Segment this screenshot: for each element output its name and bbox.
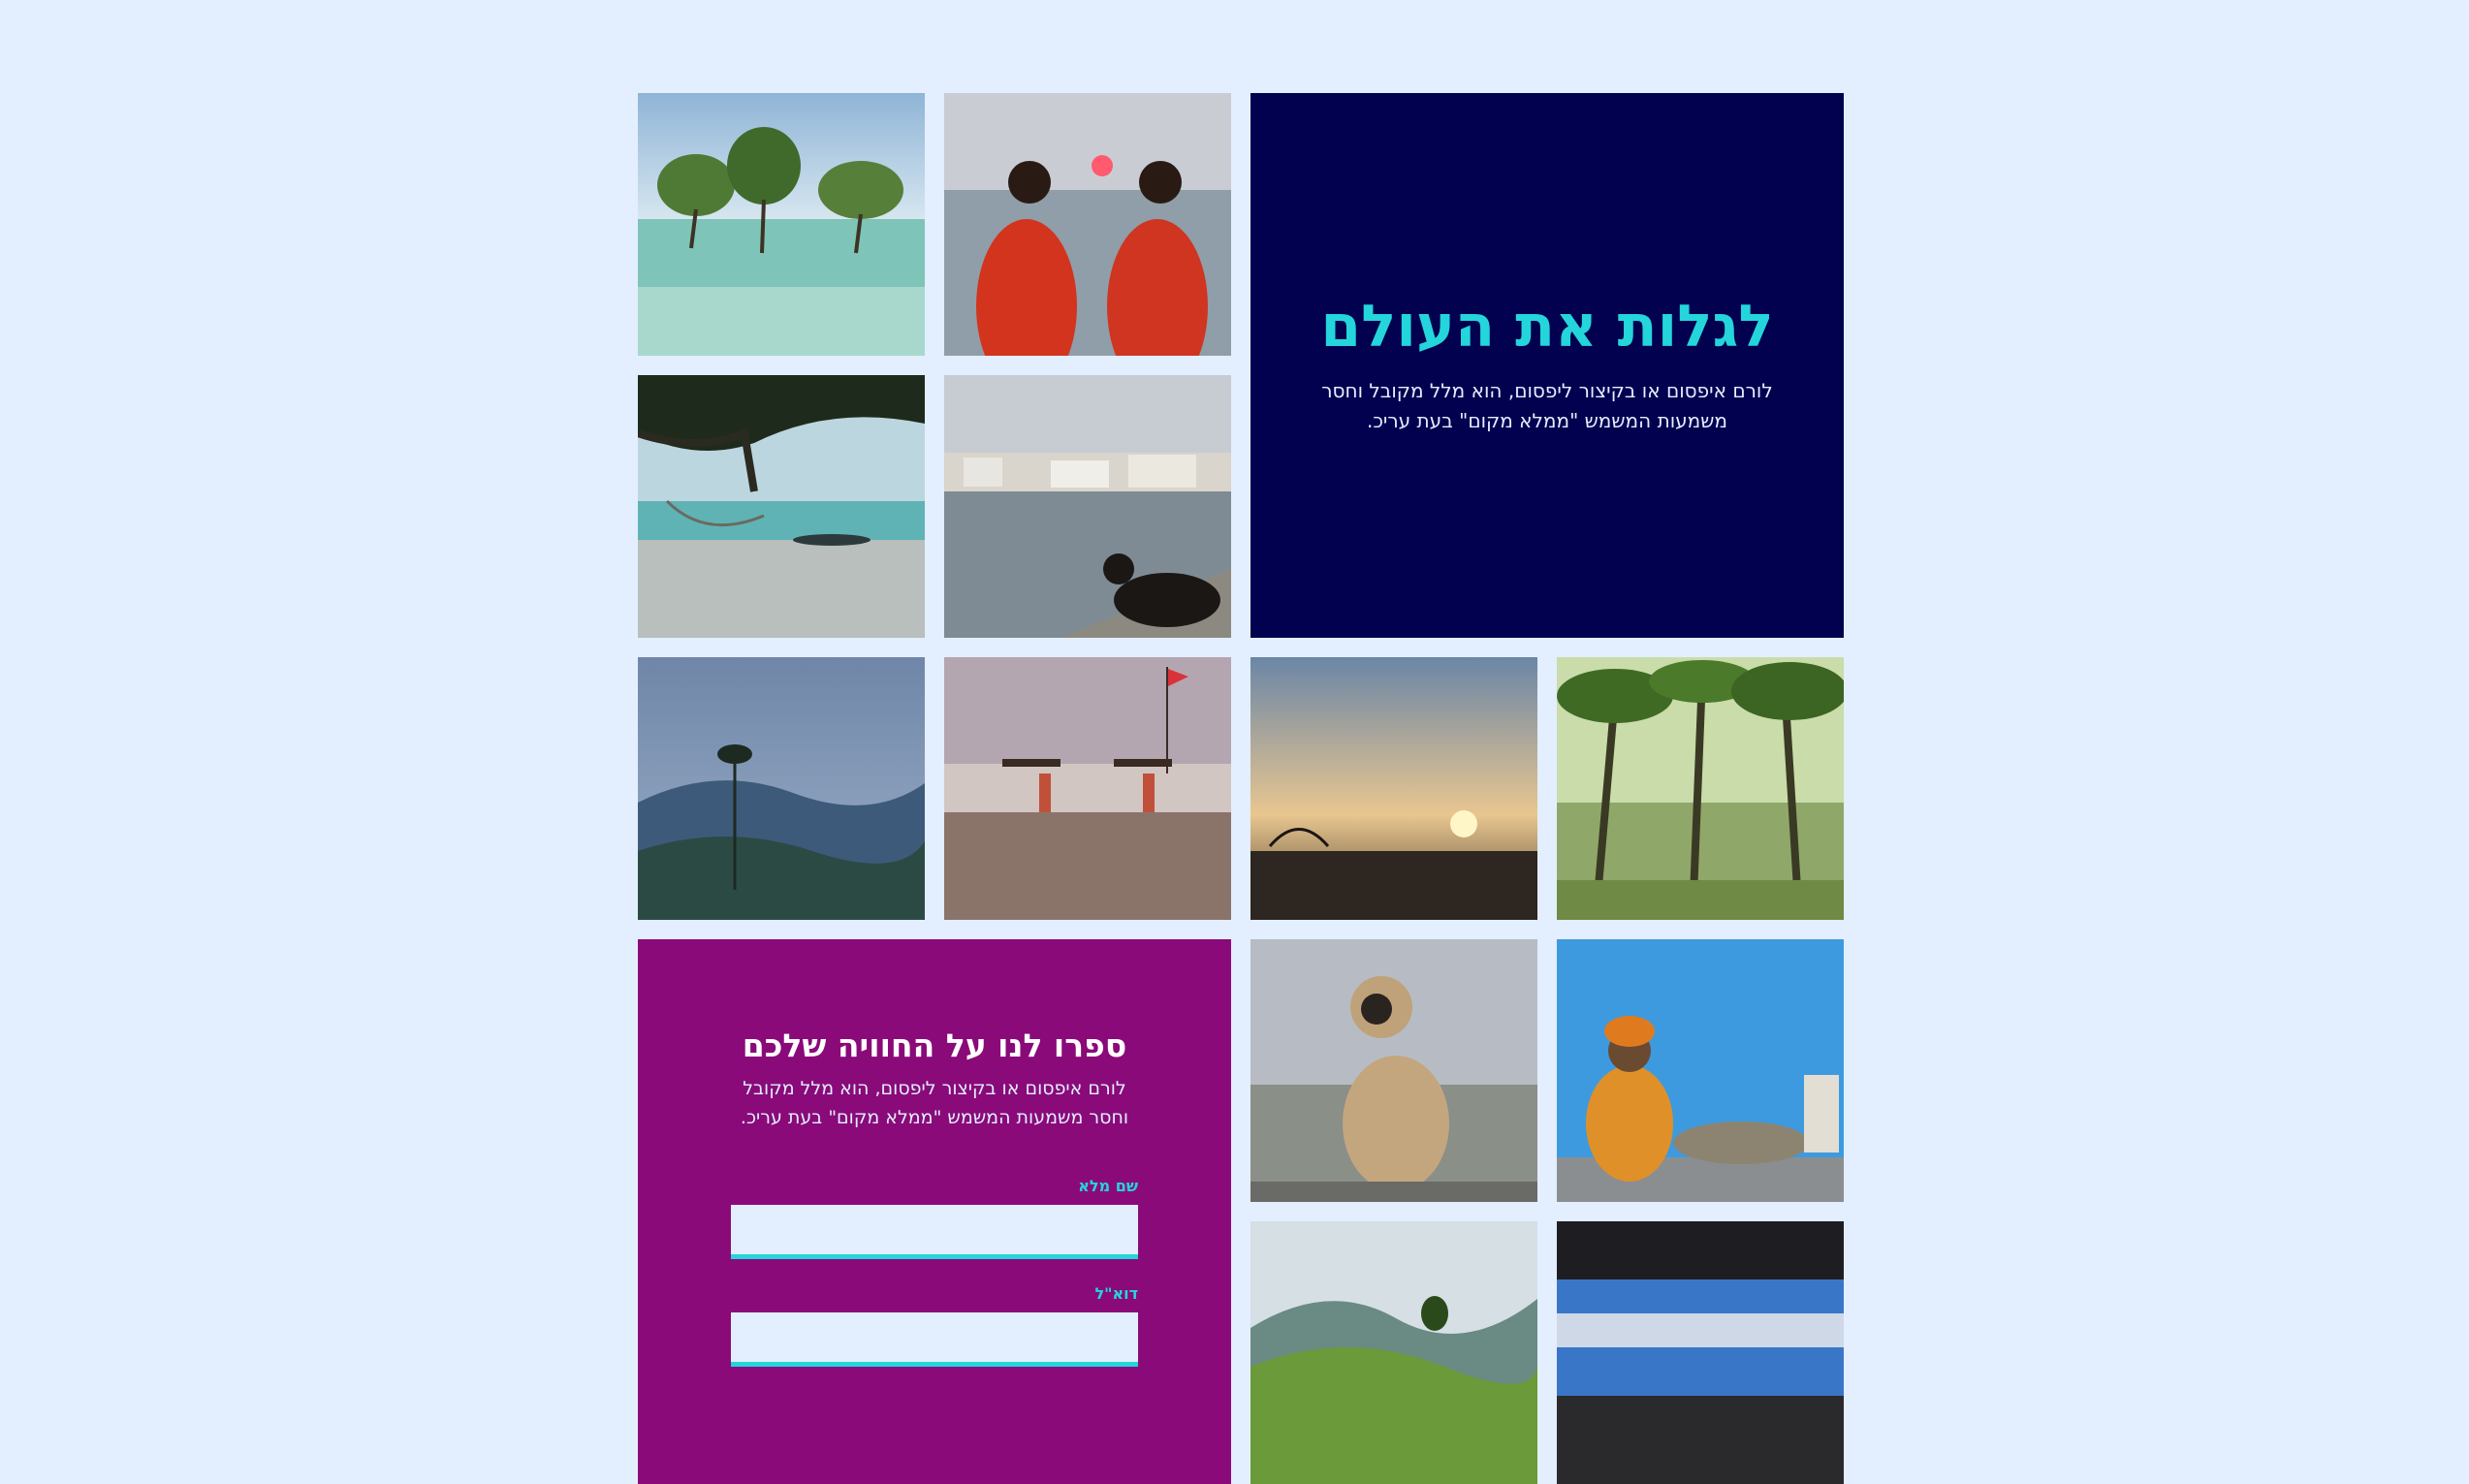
photo-lake-town-cow [944, 375, 1231, 638]
photo-misty-hills [638, 657, 925, 920]
hero-title: לגלות את העולם [1320, 293, 1774, 361]
photo-women-sea-sunset [944, 93, 1231, 356]
form-description: לורם איפסום או בקיצור ליפסום, הוא מלל מק… [740, 1078, 1129, 1128]
photo-sunset-mudflats [1250, 657, 1537, 920]
full-name-input[interactable] [731, 1205, 1138, 1259]
hero-description: לורם איפסום או בקיצור ליפסום, הוא מלל מק… [1321, 379, 1773, 432]
email-field-group: דוא"ל [731, 1284, 1138, 1367]
gallery-grid: לגלות את העולם לורם איפסום או בקיצור ליפ… [638, 93, 1846, 1484]
email-label: דוא"ל [1094, 1284, 1138, 1303]
photo-tea-plantation [1250, 1221, 1537, 1484]
photo-beach-hammock [638, 375, 925, 638]
photo-blue-train [1557, 1221, 1844, 1484]
email-input[interactable] [731, 1312, 1138, 1367]
photo-sadhu-blue-wall [1557, 939, 1844, 1202]
photo-beach-carriers-flag [944, 657, 1231, 920]
hero-panel: לגלות את העולם לורם איפסום או בקיצור ליפ… [1250, 93, 1844, 638]
form-title: ספרו לנו על החוויה שלכם [742, 1026, 1127, 1064]
photo-monkey [1250, 939, 1537, 1202]
photo-mangrove-trees [638, 93, 925, 356]
full-name-field-group: שם מלא [731, 1177, 1138, 1259]
photo-palm-forest [1557, 657, 1844, 920]
experience-form-panel: ספרו לנו על החוויה שלכם לורם איפסום או ב… [638, 939, 1231, 1484]
full-name-label: שם מלא [1078, 1177, 1138, 1195]
